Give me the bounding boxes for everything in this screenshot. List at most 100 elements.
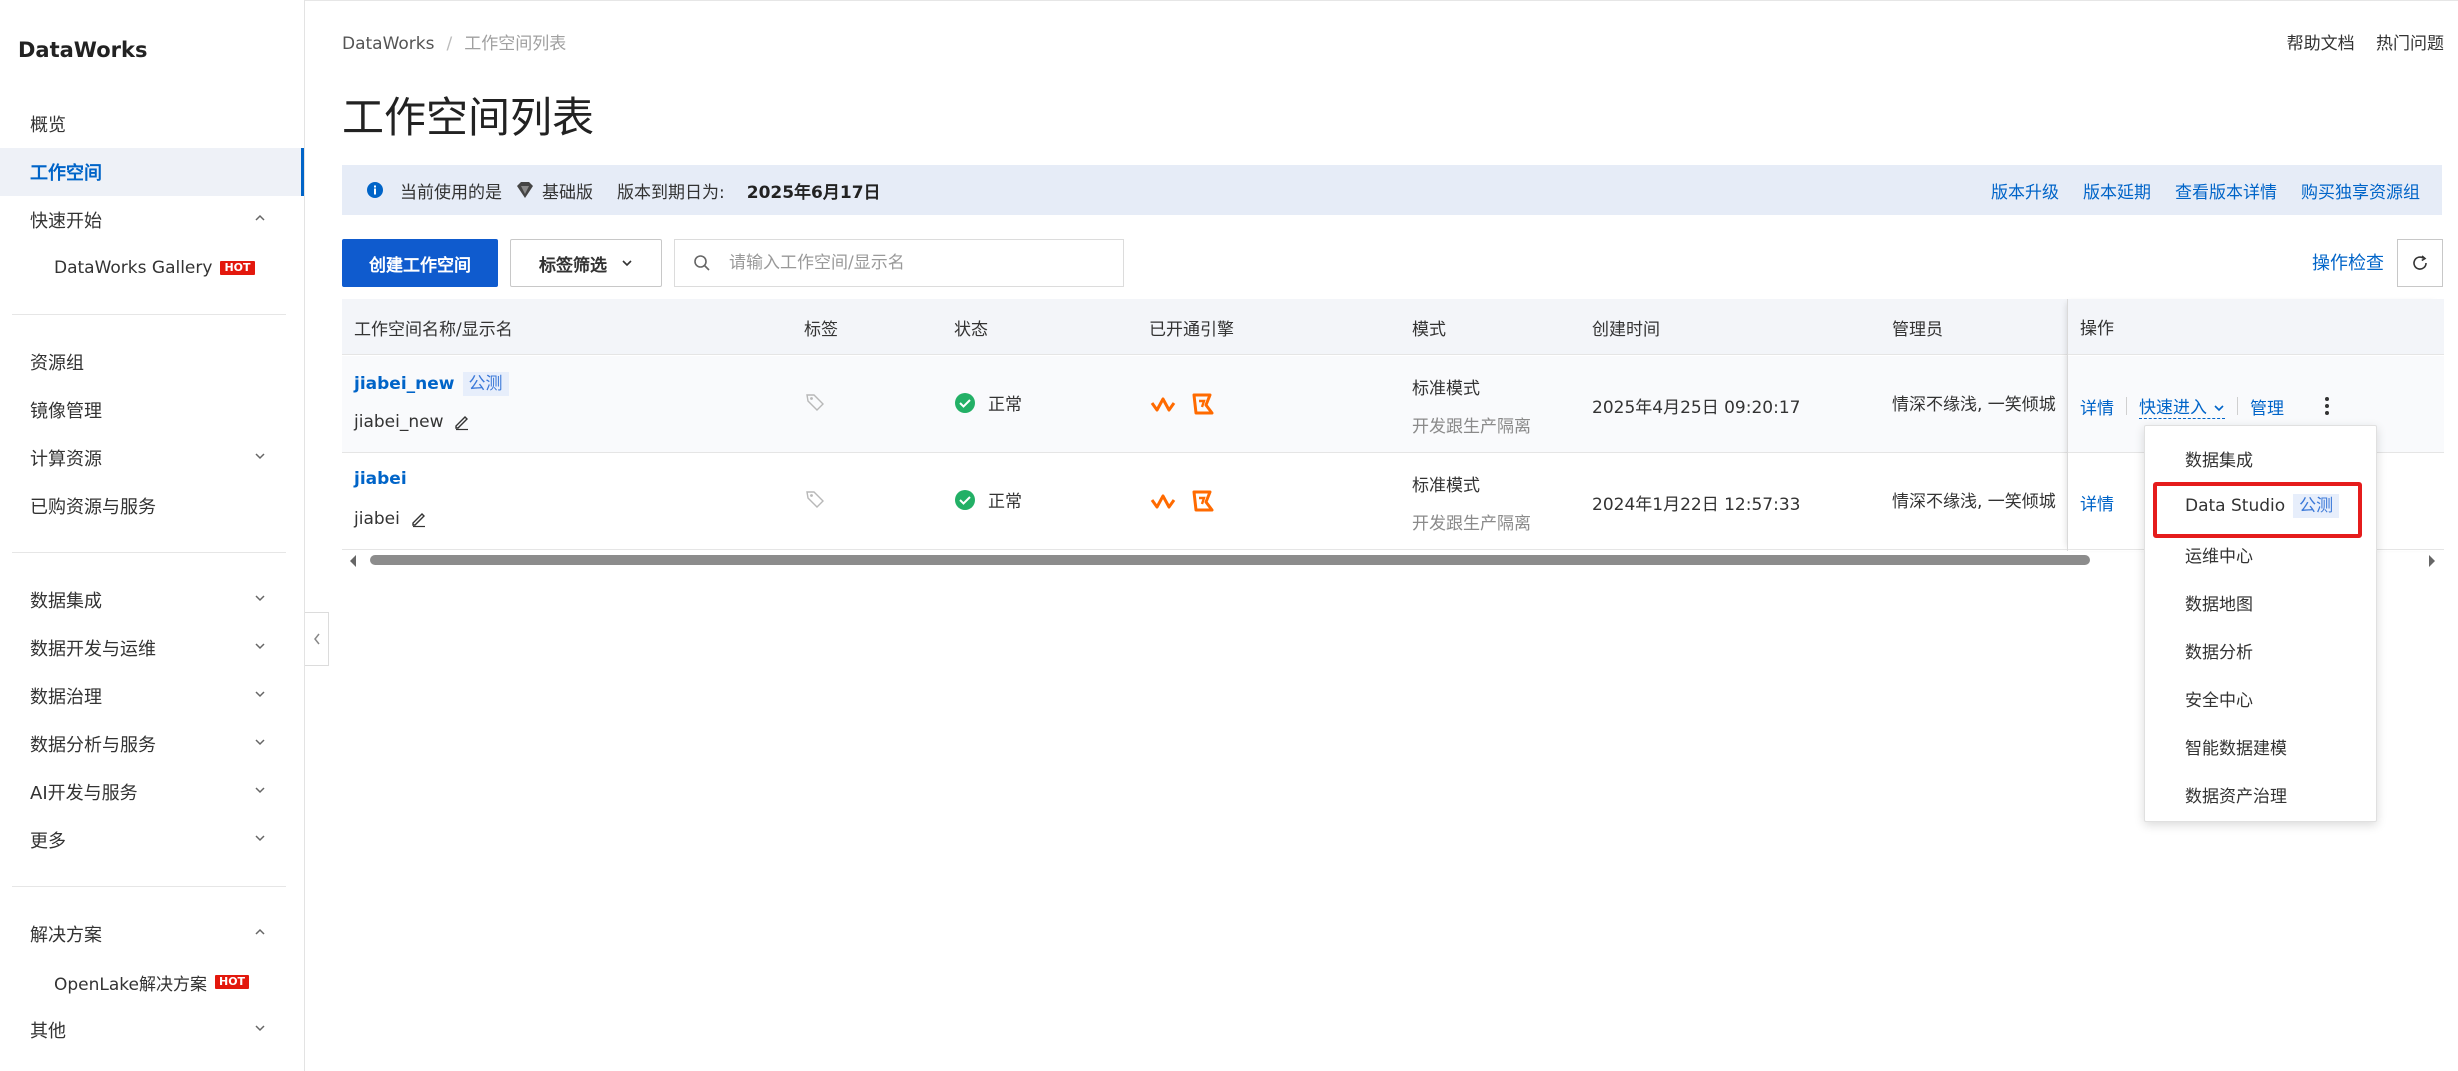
sidebar-item-label: 其他 <box>30 1021 66 1042</box>
search-input[interactable] <box>727 252 1087 274</box>
create-workspace-button[interactable]: 创建工作空间 <box>342 239 498 287</box>
scroll-left-icon[interactable] <box>348 554 358 568</box>
sidebar-item-dev-ops[interactable]: 数据开发与运维 <box>0 624 304 672</box>
edition-details-link[interactable]: 查看版本详情 <box>2175 178 2277 203</box>
operation-check-link[interactable]: 操作检查 <box>2312 249 2384 275</box>
status-cell: 正常 <box>954 390 1022 415</box>
sidebar-item-label: 数据集成 <box>30 591 102 612</box>
page-title: 工作空间列表 <box>342 93 595 142</box>
sidebar-item-more[interactable]: 更多 <box>0 816 304 864</box>
mode-sub-text: 开发跟生产隔离 <box>1412 417 1531 437</box>
menu-item-data-map[interactable]: 数据地图 <box>2145 578 2378 626</box>
sidebar-collapse-button[interactable] <box>305 612 329 666</box>
sidebar-item-image-mgmt[interactable]: 镜像管理 <box>0 386 304 434</box>
menu-item-label: Data Studio <box>2185 496 2286 516</box>
status-cell: 正常 <box>954 487 1022 512</box>
expire-label: 版本到期日为: <box>617 182 725 203</box>
chevron-down-icon <box>254 1022 266 1034</box>
menu-item-data-studio[interactable]: Data Studio 公测 <box>2145 482 2378 530</box>
sidebar-item-ai[interactable]: AI开发与服务 <box>0 768 304 816</box>
sidebar-item-label: DataWorks Gallery <box>54 258 213 278</box>
sidebar-item-label: 数据治理 <box>30 687 102 708</box>
maxcompute-engine-icon <box>1150 397 1176 412</box>
sidebar-item-workspace[interactable]: 工作空间 <box>0 148 304 196</box>
sidebar-item-label: 工作空间 <box>30 163 102 184</box>
chevron-down-icon <box>254 832 266 844</box>
faq-link[interactable]: 热门问题 <box>2376 34 2444 54</box>
col-header-mode: 模式 <box>1412 319 1446 340</box>
sidebar-item-openlake[interactable]: OpenLake解决方案 HOT <box>0 958 304 1006</box>
more-vertical-icon[interactable] <box>2324 396 2330 416</box>
extend-link[interactable]: 版本延期 <box>2083 178 2151 203</box>
edit-icon[interactable] <box>410 510 428 528</box>
quick-enter-dropdown[interactable]: 快速进入 <box>2139 393 2225 419</box>
menu-item-security-center[interactable]: 安全中心 <box>2145 674 2378 722</box>
manage-link[interactable]: 管理 <box>2250 394 2284 419</box>
sidebar-divider <box>12 886 286 887</box>
scroll-right-icon[interactable] <box>2427 554 2437 568</box>
menu-item-data-analysis[interactable]: 数据分析 <box>2145 626 2378 674</box>
upgrade-link[interactable]: 版本升级 <box>1991 178 2059 203</box>
sidebar-item-other[interactable]: 其他 <box>0 1006 304 1054</box>
sidebar-item-governance[interactable]: 数据治理 <box>0 672 304 720</box>
sidebar-item-quickstart[interactable]: 快速开始 <box>0 196 304 244</box>
menu-item-data-modeling[interactable]: 智能数据建模 <box>2145 722 2378 770</box>
search-box <box>674 239 1124 287</box>
breadcrumb-root[interactable]: DataWorks <box>342 34 435 54</box>
sidebar-item-compute[interactable]: 计算资源 <box>0 434 304 482</box>
breadcrumb-separator: / <box>446 34 453 54</box>
tag-filter-button[interactable]: 标签筛选 <box>510 239 662 287</box>
buy-resource-group-link[interactable]: 购买独享资源组 <box>2301 178 2420 203</box>
menu-item-asset-governance[interactable]: 数据资产治理 <box>2145 770 2378 818</box>
refresh-button[interactable] <box>2397 239 2443 287</box>
menu-item-ops-center[interactable]: 运维中心 <box>2145 530 2378 578</box>
sidebar: DataWorks 概览 工作空间 快速开始 DataWorks Gallery… <box>0 0 305 1071</box>
edition-name: 基础版 <box>542 182 593 203</box>
mode-sub-text: 开发跟生产隔离 <box>1412 514 1531 534</box>
horizontal-scrollbar[interactable] <box>342 551 2443 571</box>
notice-prefix: 当前使用的是 <box>400 182 502 203</box>
sidebar-item-label: 资源组 <box>30 353 84 374</box>
admin-names: 情深不缘浅, 一笑倾城 <box>1892 395 2056 415</box>
hologres-engine-icon <box>1192 393 1214 415</box>
detail-link[interactable]: 详情 <box>2080 495 2114 515</box>
sidebar-item-label: 数据分析与服务 <box>30 735 156 756</box>
col-header-tags: 标签 <box>804 319 838 340</box>
workspace-name-link[interactable]: jiabei_new <box>354 374 455 394</box>
sidebar-item-purchased[interactable]: 已购资源与服务 <box>0 482 304 530</box>
tag-icon[interactable] <box>805 489 825 514</box>
breadcrumb: DataWorks / 工作空间列表 <box>342 29 566 54</box>
sidebar-item-label: 已购资源与服务 <box>30 497 156 518</box>
chevron-down-icon <box>2214 405 2224 412</box>
sidebar-item-analysis[interactable]: 数据分析与服务 <box>0 720 304 768</box>
sidebar-item-label: 镜像管理 <box>30 401 102 422</box>
created-time: 2024年1月22日 12:57:33 <box>1592 495 1801 515</box>
menu-item-data-integration[interactable]: 数据集成 <box>2145 434 2378 482</box>
tag-icon[interactable] <box>805 392 825 417</box>
sidebar-item-label: 解决方案 <box>30 925 102 946</box>
sidebar-item-label: 概览 <box>30 115 66 136</box>
detail-link[interactable]: 详情 <box>2080 394 2114 419</box>
edition-notice: 当前使用的是 基础版 版本到期日为: 2025年6月17日 版本升级 版本延期 … <box>342 165 2442 215</box>
col-header-status: 状态 <box>954 319 988 340</box>
col-header-name: 工作空间名称/显示名 <box>354 319 513 340</box>
workspace-name-link[interactable]: jiabei <box>354 469 407 489</box>
sidebar-item-solutions[interactable]: 解决方案 <box>0 910 304 958</box>
scrollbar-thumb[interactable] <box>370 555 2090 565</box>
help-docs-link[interactable]: 帮助文档 <box>2287 34 2355 54</box>
hot-badge: HOT <box>215 975 250 989</box>
display-name: jiabei_new <box>354 412 444 432</box>
breadcrumb-current: 工作空间列表 <box>464 34 567 54</box>
sidebar-item-resource-group[interactable]: 资源组 <box>0 338 304 386</box>
sidebar-item-gallery[interactable]: DataWorks Gallery HOT <box>0 244 304 292</box>
edit-icon[interactable] <box>453 413 471 431</box>
mode-text: 标准模式 <box>1412 379 1480 399</box>
chevron-left-icon <box>313 633 320 645</box>
chevron-down-icon <box>254 736 266 748</box>
engine-icons <box>1150 489 1230 513</box>
chevron-down-icon <box>254 784 266 796</box>
tag-filter-label: 标签筛选 <box>539 255 607 276</box>
sidebar-item-data-integration[interactable]: 数据集成 <box>0 576 304 624</box>
sidebar-item-overview[interactable]: 概览 <box>0 100 304 148</box>
col-header-operations: 操作 <box>2068 299 2444 355</box>
